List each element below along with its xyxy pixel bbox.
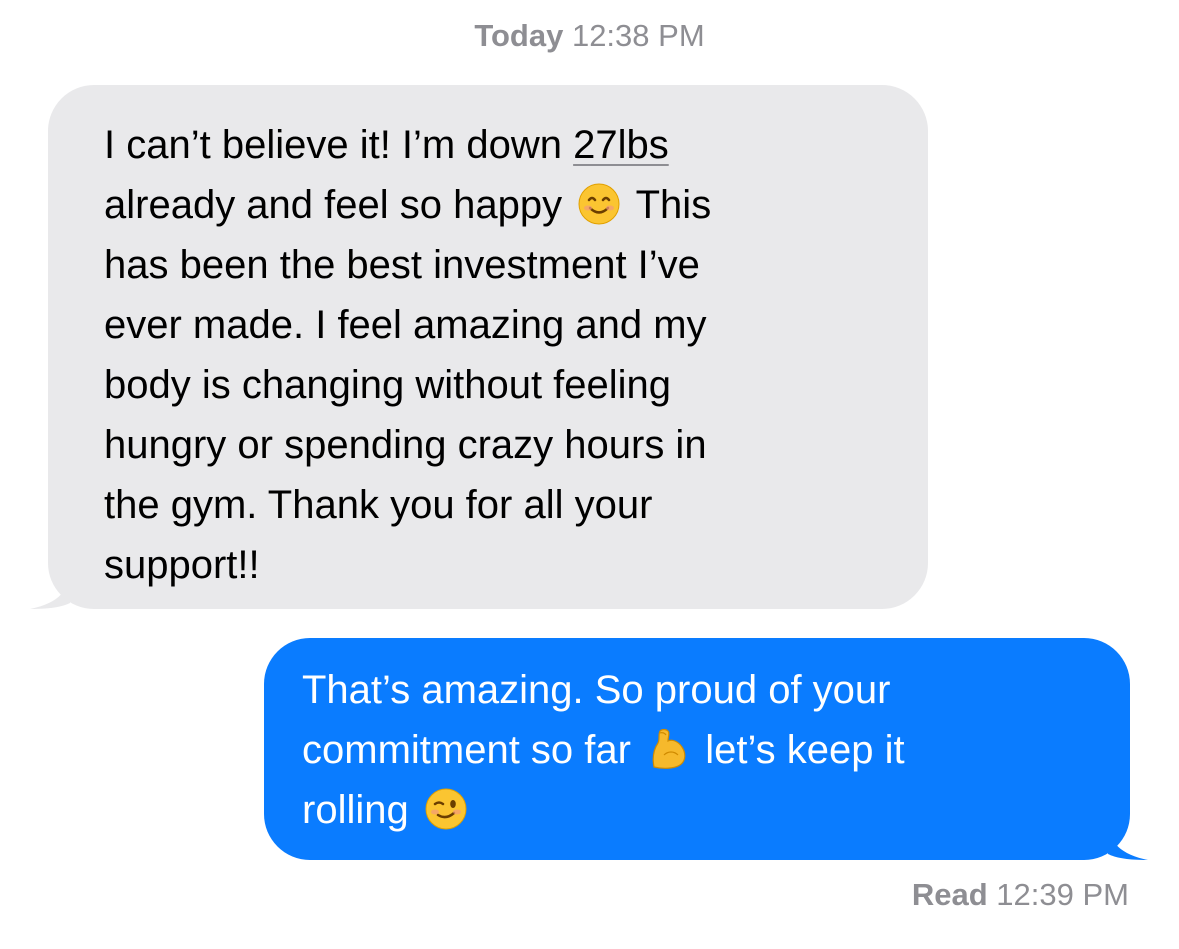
message-line: support!! bbox=[104, 543, 260, 587]
message-line: body is changing without feeling bbox=[104, 363, 672, 407]
message-line: hungry or spending crazy hours in bbox=[104, 423, 707, 467]
bubble-tail-icon bbox=[1108, 820, 1148, 860]
message-line: That’s amazing. So proud of your bbox=[302, 668, 891, 712]
message-text: let’s keep it bbox=[705, 728, 905, 772]
message-line: has been the best investment I’ve bbox=[104, 243, 700, 287]
message-text: rolling bbox=[302, 788, 409, 832]
outgoing-bubble[interactable]: That’s amazing. So proud of your commitm… bbox=[264, 638, 1130, 860]
outgoing-message[interactable]: That’s amazing. So proud of your commitm… bbox=[264, 638, 1148, 860]
winking-face-icon bbox=[425, 788, 467, 830]
conversation-timestamp: Today 12:38 PM bbox=[0, 18, 1179, 54]
message-text: already and feel so happy bbox=[104, 183, 563, 227]
message-text: commitment so far bbox=[302, 728, 631, 772]
read-receipt: Read 12:39 PM bbox=[912, 877, 1129, 913]
message-line: already and feel so happy This bbox=[104, 175, 898, 235]
message-line: commitment so far let’s keep it bbox=[302, 720, 1110, 780]
timestamp-day: Today bbox=[474, 18, 564, 53]
message-text: This bbox=[635, 183, 712, 227]
message-line: ever made. I feel amazing and my bbox=[104, 303, 707, 347]
read-status: Read bbox=[911, 877, 988, 912]
timestamp-time: 12:38 PM bbox=[571, 18, 705, 53]
message-line: I can’t believe it! I’m down 27lbs bbox=[104, 115, 898, 175]
message-line: the gym. Thank you for all your bbox=[104, 483, 653, 527]
flexed-biceps-icon bbox=[652, 728, 686, 769]
incoming-message[interactable]: I can’t believe it! I’m down 27lbs alrea… bbox=[30, 85, 928, 609]
smiling-face-icon bbox=[578, 183, 620, 225]
message-line: rolling bbox=[302, 780, 1110, 840]
message-text: I can’t believe it! I’m down bbox=[104, 123, 574, 167]
weight-data-link[interactable]: 27lbs bbox=[573, 123, 669, 167]
read-time: 12:39 PM bbox=[996, 877, 1129, 912]
incoming-bubble[interactable]: I can’t believe it! I’m down 27lbs alrea… bbox=[48, 85, 928, 609]
